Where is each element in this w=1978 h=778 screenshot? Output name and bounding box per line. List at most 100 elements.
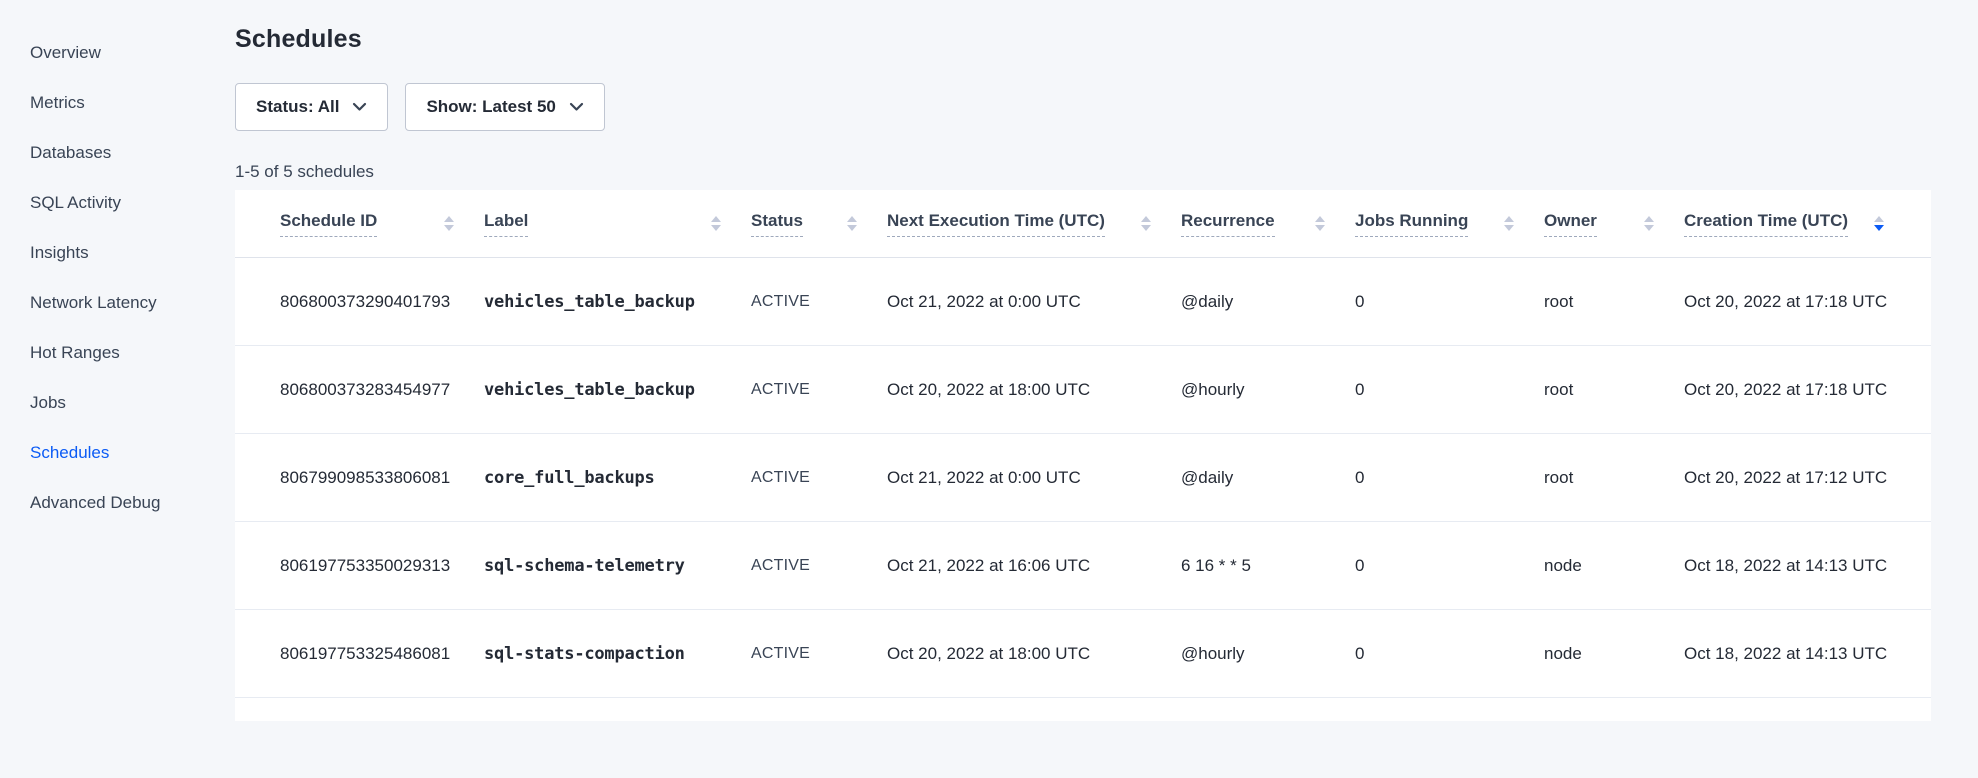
sort-icon[interactable]: [847, 216, 857, 231]
sidebar-item-jobs[interactable]: Jobs: [0, 378, 235, 428]
cell-id: 806800373290401793: [280, 292, 484, 312]
sidebar-item-insights[interactable]: Insights: [0, 228, 235, 278]
sort-icon[interactable]: [711, 216, 721, 231]
cell-creation-time: Oct 18, 2022 at 14:13 UTC: [1684, 644, 1887, 664]
sidebar-item-advanced-debug[interactable]: Advanced Debug: [0, 478, 235, 528]
cell-id: 806197753350029313: [280, 556, 484, 576]
cell-label: sql-schema-telemetry: [484, 556, 751, 576]
cell-next-execution: Oct 21, 2022 at 0:00 UTC: [887, 468, 1181, 488]
column-header-next-execution-time[interactable]: Next Execution Time (UTC): [887, 211, 1181, 237]
sort-icon[interactable]: [1315, 216, 1325, 231]
sort-up-arrow-icon: [1874, 216, 1884, 222]
sidebar-item-network-latency[interactable]: Network Latency: [0, 278, 235, 328]
table-body: 806800373290401793vehicles_table_backupA…: [235, 258, 1931, 698]
cell-status: ACTIVE: [751, 469, 887, 487]
sort-down-arrow-icon: [1644, 225, 1654, 231]
column-header-label: Creation Time (UTC): [1684, 211, 1848, 237]
sort-up-arrow-icon: [847, 216, 857, 222]
sort-up-arrow-icon: [1315, 216, 1325, 222]
column-header-schedule-id[interactable]: Schedule ID: [280, 211, 484, 237]
main-content: Schedules Status: All Show: Latest 50 1-…: [235, 0, 1978, 778]
cell-next-execution: Oct 21, 2022 at 16:06 UTC: [887, 556, 1181, 576]
column-header-creation-time[interactable]: Creation Time (UTC): [1684, 211, 1884, 237]
sidebar-item-overview[interactable]: Overview: [0, 28, 235, 78]
column-header-owner[interactable]: Owner: [1544, 211, 1684, 237]
cell-owner: root: [1544, 292, 1684, 312]
chevron-down-icon: [569, 102, 584, 112]
cell-label: vehicles_table_backup: [484, 380, 751, 400]
sidebar-item-hot-ranges[interactable]: Hot Ranges: [0, 328, 235, 378]
cell-recurrence: @hourly: [1181, 644, 1355, 664]
sort-down-arrow-icon: [444, 225, 454, 231]
sort-down-arrow-icon: [1315, 225, 1325, 231]
column-header-label: Label: [484, 211, 528, 237]
cell-next-execution: Oct 21, 2022 at 0:00 UTC: [887, 292, 1181, 312]
sort-up-arrow-icon: [1644, 216, 1654, 222]
cell-jobs-running: 0: [1355, 556, 1544, 576]
sort-down-arrow-icon: [711, 225, 721, 231]
show-filter-label: Show: Latest 50: [426, 97, 555, 117]
cell-status: ACTIVE: [751, 381, 887, 399]
cell-status: ACTIVE: [751, 645, 887, 663]
sort-down-arrow-icon: [1504, 225, 1514, 231]
sort-down-arrow-icon: [847, 225, 857, 231]
cell-id: 806799098533806081: [280, 468, 484, 488]
cell-owner: node: [1544, 556, 1684, 576]
column-header-recurrence[interactable]: Recurrence: [1181, 211, 1355, 237]
column-header-jobs-running[interactable]: Jobs Running: [1355, 211, 1544, 237]
cell-jobs-running: 0: [1355, 292, 1544, 312]
column-header-label[interactable]: Label: [484, 211, 751, 237]
sort-icon[interactable]: [1504, 216, 1514, 231]
sort-icon[interactable]: [444, 216, 454, 231]
sort-up-arrow-icon: [711, 216, 721, 222]
cell-recurrence: @daily: [1181, 292, 1355, 312]
sort-up-arrow-icon: [1504, 216, 1514, 222]
results-count: 1-5 of 5 schedules: [235, 162, 1978, 182]
sort-up-arrow-icon: [444, 216, 454, 222]
cell-status: ACTIVE: [751, 557, 887, 575]
show-filter-dropdown[interactable]: Show: Latest 50: [405, 83, 604, 131]
cell-owner: root: [1544, 380, 1684, 400]
status-filter-label: Status: All: [256, 97, 339, 117]
chevron-down-icon: [352, 102, 367, 112]
cell-status: ACTIVE: [751, 293, 887, 311]
table-header-row: Schedule ID Label Status Next Execution Tim…: [235, 190, 1931, 258]
cell-next-execution: Oct 20, 2022 at 18:00 UTC: [887, 644, 1181, 664]
cell-label: sql-stats-compaction: [484, 644, 751, 664]
cell-label: core_full_backups: [484, 468, 751, 488]
sidebar-item-metrics[interactable]: Metrics: [0, 78, 235, 128]
table-row: 806799098533806081core_full_backupsACTIV…: [235, 434, 1931, 522]
cell-recurrence: 6 16 * * 5: [1181, 556, 1355, 576]
column-header-status[interactable]: Status: [751, 211, 887, 237]
column-header-label: Jobs Running: [1355, 211, 1468, 237]
cell-next-execution: Oct 20, 2022 at 18:00 UTC: [887, 380, 1181, 400]
page-title: Schedules: [235, 25, 1978, 54]
cell-creation-time: Oct 20, 2022 at 17:18 UTC: [1684, 380, 1887, 400]
cell-id: 806800373283454977: [280, 380, 484, 400]
table-row: 806197753350029313sql-schema-telemetryAC…: [235, 522, 1931, 610]
column-header-label: Recurrence: [1181, 211, 1275, 237]
table-row: 806800373283454977vehicles_table_backupA…: [235, 346, 1931, 434]
column-header-label: Status: [751, 211, 803, 237]
cell-recurrence: @daily: [1181, 468, 1355, 488]
cell-creation-time: Oct 20, 2022 at 17:18 UTC: [1684, 292, 1887, 312]
sort-icon[interactable]: [1141, 216, 1151, 231]
schedules-table-card: Schedule ID Label Status Next Execution Tim…: [235, 190, 1931, 721]
sort-down-arrow-icon: [1141, 225, 1151, 231]
cell-jobs-running: 0: [1355, 380, 1544, 400]
sort-up-arrow-icon: [1141, 216, 1151, 222]
cell-jobs-running: 0: [1355, 468, 1544, 488]
sidebar-item-databases[interactable]: Databases: [0, 128, 235, 178]
cell-creation-time: Oct 20, 2022 at 17:12 UTC: [1684, 468, 1887, 488]
cell-owner: node: [1544, 644, 1684, 664]
sidebar-nav: OverviewMetricsDatabasesSQL ActivityInsi…: [0, 0, 235, 778]
column-header-label: Owner: [1544, 211, 1597, 237]
sort-icon[interactable]: [1644, 216, 1654, 231]
filter-bar: Status: All Show: Latest 50: [235, 83, 1978, 131]
sidebar-item-sql-activity[interactable]: SQL Activity: [0, 178, 235, 228]
sidebar-item-schedules[interactable]: Schedules: [0, 428, 235, 478]
cell-id: 806197753325486081: [280, 644, 484, 664]
column-header-label: Schedule ID: [280, 211, 377, 237]
sort-icon[interactable]: [1874, 216, 1884, 231]
status-filter-dropdown[interactable]: Status: All: [235, 83, 388, 131]
